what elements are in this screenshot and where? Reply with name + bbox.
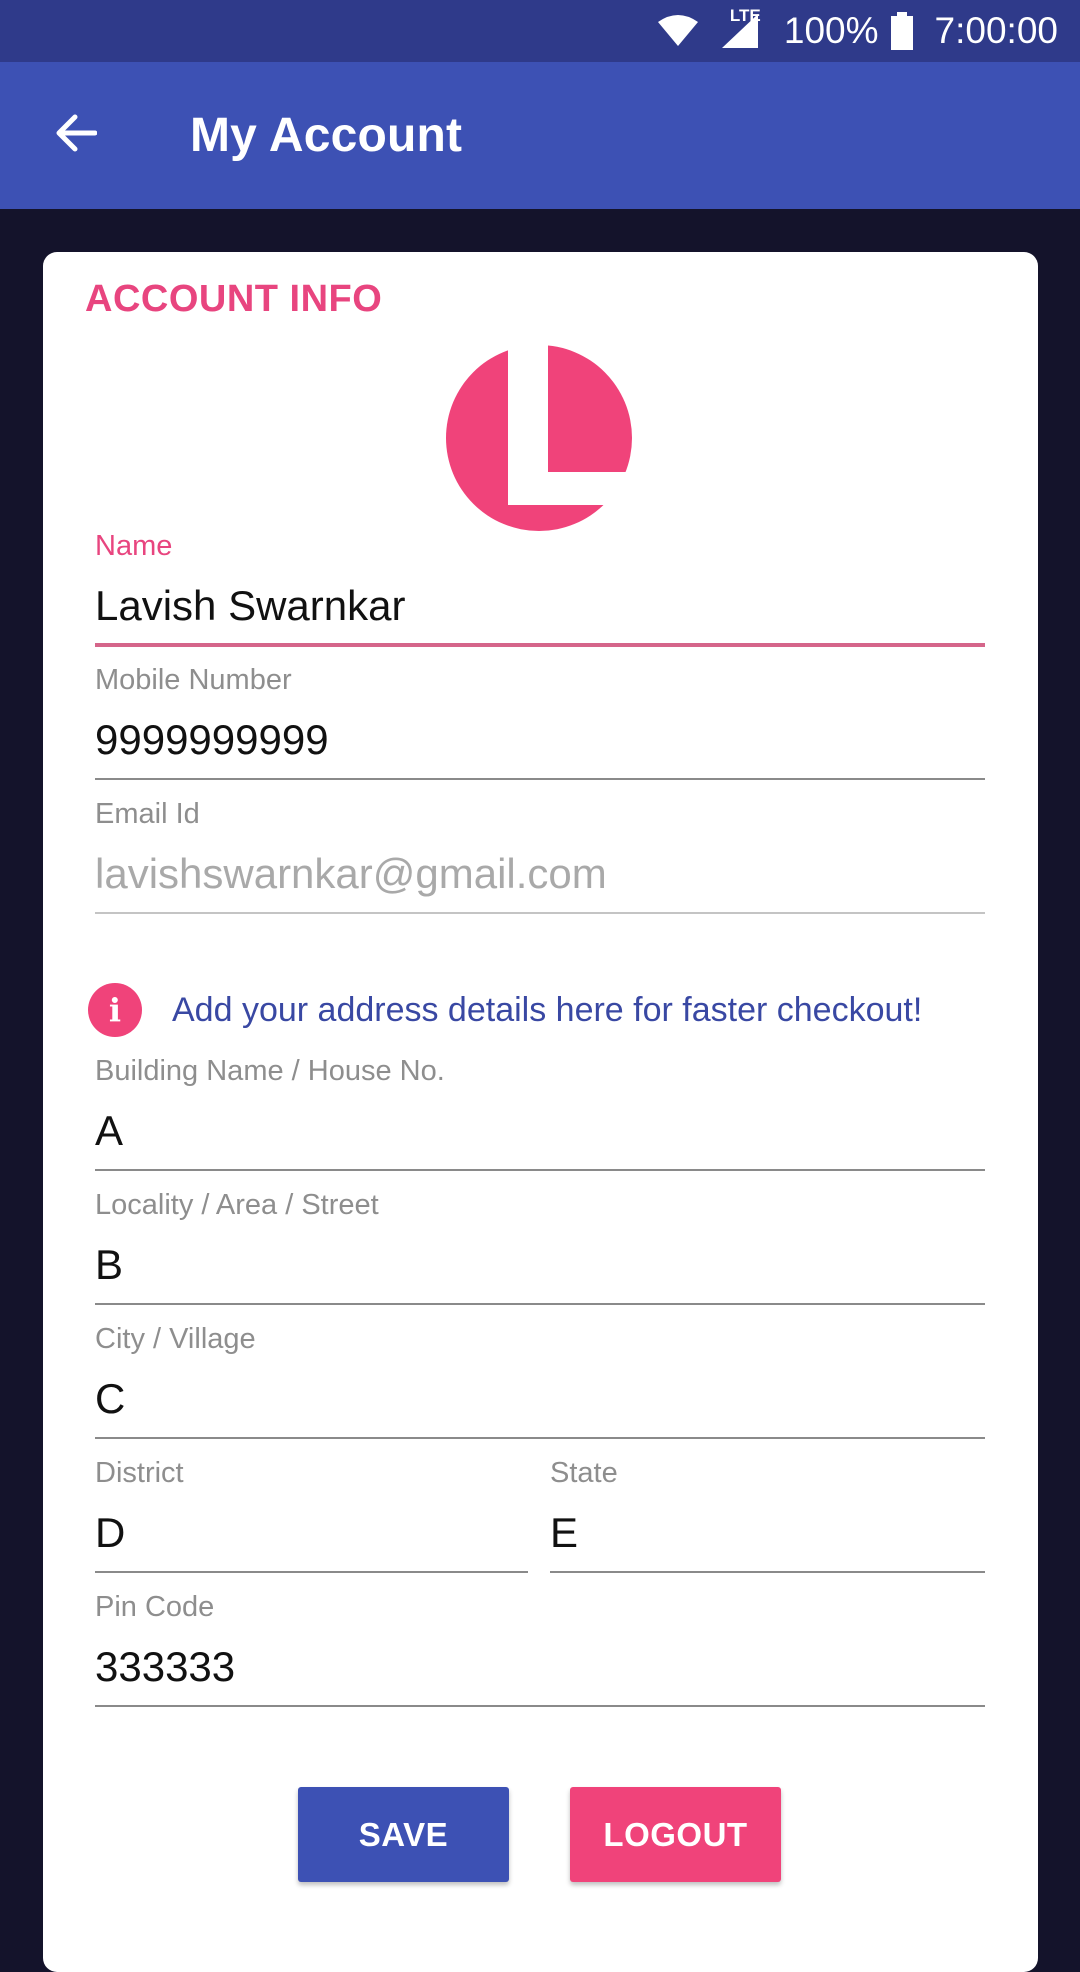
pincode-underline — [95, 1705, 985, 1707]
save-button[interactable]: SAVE — [298, 1787, 509, 1882]
name-underline — [95, 643, 985, 647]
building-input[interactable] — [95, 1107, 985, 1155]
name-field[interactable]: Name — [95, 530, 985, 650]
city-label: City / Village — [95, 1323, 256, 1355]
city-underline — [95, 1437, 985, 1439]
back-button[interactable] — [0, 62, 150, 209]
state-underline — [550, 1571, 985, 1573]
pincode-field[interactable]: Pin Code — [95, 1591, 985, 1711]
district-underline — [95, 1571, 528, 1573]
battery-icon — [890, 12, 913, 50]
state-input[interactable] — [550, 1509, 985, 1557]
state-field[interactable]: State — [550, 1457, 985, 1577]
locality-underline — [95, 1303, 985, 1305]
mobile-label: Mobile Number — [95, 664, 292, 696]
page-title: My Account — [190, 109, 463, 162]
network-type-label: LTE — [729, 6, 761, 25]
city-input[interactable] — [95, 1375, 985, 1423]
logout-button[interactable]: LOGOUT — [570, 1787, 781, 1882]
email-field: Email Id lavishswarnkar@gmail.com — [95, 798, 985, 918]
locality-input[interactable] — [95, 1241, 985, 1289]
app-bar: My Account — [0, 62, 1080, 209]
district-label: District — [95, 1457, 184, 1489]
account-card: ACCOUNT INFO Name Mobile Number Email Id… — [43, 252, 1038, 1972]
address-info-text: Add your address details here for faster… — [172, 990, 923, 1029]
name-input[interactable] — [95, 582, 985, 630]
email-underline — [95, 912, 985, 914]
email-value: lavishswarnkar@gmail.com — [95, 850, 607, 897]
locality-label: Locality / Area / Street — [95, 1189, 379, 1221]
battery-percent: 100% — [783, 10, 879, 51]
wifi-icon — [656, 14, 700, 48]
app-logo — [446, 345, 632, 531]
district-input[interactable] — [95, 1509, 528, 1557]
mobile-field[interactable]: Mobile Number — [95, 664, 985, 784]
pincode-label: Pin Code — [95, 1591, 215, 1623]
state-label: State — [550, 1457, 618, 1489]
locality-field[interactable]: Locality / Area / Street — [95, 1189, 985, 1309]
signal-icon: LTE — [718, 6, 762, 50]
arrow-back-icon — [53, 113, 98, 158]
email-label: Email Id — [95, 798, 200, 830]
city-field[interactable]: City / Village — [95, 1323, 985, 1443]
status-bar: LTE 100% 7:00:00 — [0, 0, 1080, 62]
pincode-input[interactable] — [95, 1643, 985, 1691]
info-icon: i — [88, 983, 142, 1037]
name-label: Name — [95, 530, 173, 562]
mobile-input[interactable] — [95, 716, 985, 764]
building-underline — [95, 1169, 985, 1171]
building-label: Building Name / House No. — [95, 1055, 445, 1087]
section-title: ACCOUNT INFO — [85, 278, 383, 320]
district-field[interactable]: District — [95, 1457, 528, 1577]
clock: 7:00:00 — [934, 10, 1058, 51]
mobile-underline — [95, 778, 985, 780]
address-info-banner: i Add your address details here for fast… — [88, 980, 1008, 1040]
building-field[interactable]: Building Name / House No. — [95, 1055, 985, 1175]
